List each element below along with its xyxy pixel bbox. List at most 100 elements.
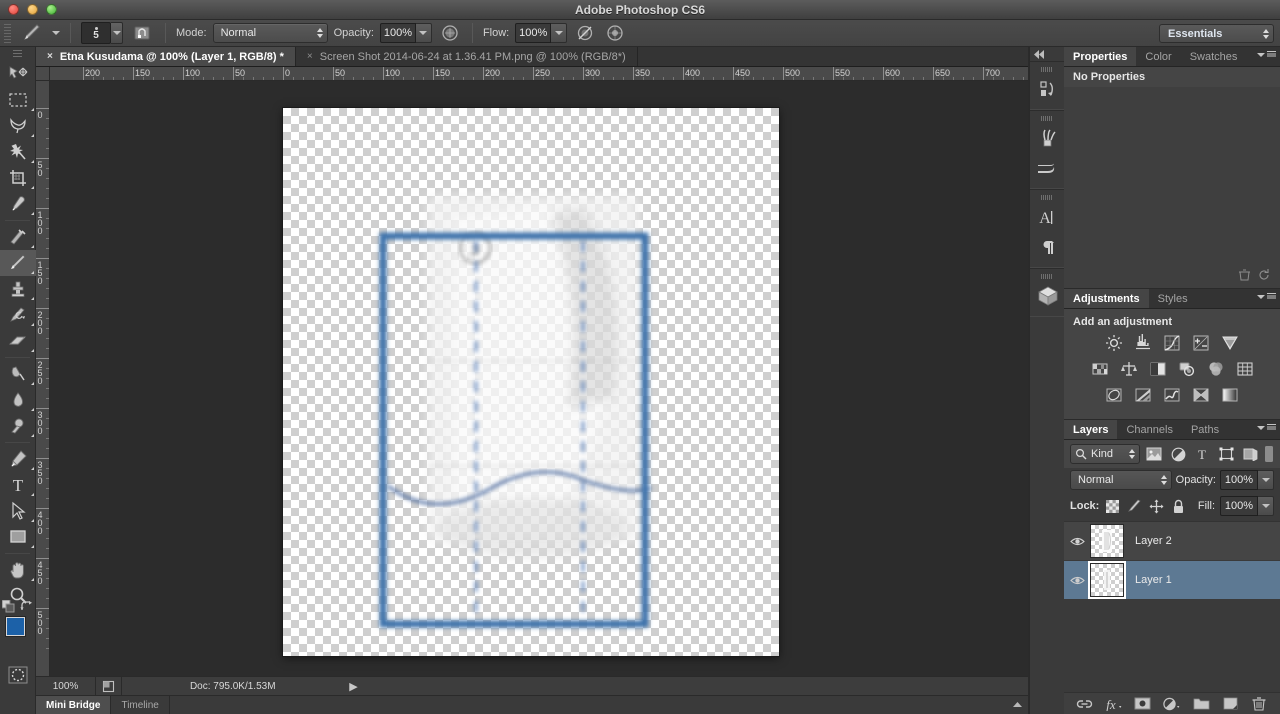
black-white-icon[interactable] (1147, 359, 1169, 379)
layer-thumbnail[interactable] (1090, 524, 1124, 558)
document-tab-inactive[interactable]: × Screen Shot 2014-06-24 at 1.36.41 PM.p… (295, 47, 638, 66)
artboard[interactable]: 3 (283, 108, 779, 656)
layer-visibility-eye-icon[interactable] (1064, 575, 1090, 586)
layer-opacity-value[interactable]: 100% (1220, 470, 1258, 490)
canvas-scroll-area[interactable]: 3 (50, 81, 1028, 676)
layer-blend-mode-select[interactable]: Normal (1070, 470, 1172, 490)
character-panel-icon[interactable]: A (1030, 202, 1065, 232)
selective-color-icon[interactable] (1190, 385, 1212, 405)
tablet-pressure-opacity-icon[interactable] (573, 22, 597, 44)
brush-presets-icon[interactable] (1030, 153, 1065, 183)
tablet-pressure-size-icon[interactable] (129, 23, 155, 44)
link-layers-icon[interactable] (1075, 694, 1095, 714)
threshold-icon[interactable] (1161, 385, 1183, 405)
gradient-map-icon[interactable] (1219, 385, 1241, 405)
ruler-origin-corner[interactable] (36, 67, 50, 81)
layer-name[interactable]: Layer 1 (1124, 574, 1172, 586)
lock-all-icon[interactable] (1170, 498, 1187, 515)
tab-swatches[interactable]: Swatches (1181, 47, 1247, 66)
bottom-panel-expand-icon[interactable] (1007, 696, 1028, 714)
posterize-icon[interactable] (1132, 385, 1154, 405)
history-brush-tool[interactable] (0, 302, 36, 328)
delete-layer-icon[interactable] (1249, 694, 1269, 714)
blur-tool[interactable] (0, 387, 36, 413)
channel-mixer-icon[interactable] (1205, 359, 1227, 379)
clone-stamp-tool[interactable] (0, 276, 36, 302)
fill-value[interactable]: 100% (1220, 496, 1258, 516)
lock-transparent-pixels-icon[interactable] (1104, 498, 1121, 515)
invert-icon[interactable] (1103, 385, 1125, 405)
rail-grip[interactable] (1030, 64, 1064, 74)
layer-visibility-eye-icon[interactable] (1064, 536, 1090, 547)
flow-slider-button[interactable] (551, 23, 568, 43)
layer-style-fx-icon[interactable]: fx (1104, 694, 1124, 714)
airbrush-flow-icon[interactable] (603, 22, 627, 44)
crop-tool[interactable] (0, 165, 36, 191)
layer-thumbnail[interactable] (1088, 561, 1126, 599)
layer-filter-kind-select[interactable]: Kind (1070, 444, 1140, 464)
lasso-tool[interactable] (0, 113, 36, 139)
brush-preset-caret-icon[interactable] (52, 31, 60, 35)
rail-grip[interactable] (1030, 271, 1064, 281)
zoom-level-field[interactable]: 100% (36, 676, 96, 696)
fill-slider-button[interactable] (1258, 496, 1274, 516)
tab-properties[interactable]: Properties (1064, 47, 1137, 66)
flow-value[interactable]: 100% (515, 23, 552, 43)
eyedropper-tool[interactable] (0, 191, 36, 217)
color-lookup-icon[interactable] (1234, 359, 1256, 379)
dodge-tool[interactable] (0, 413, 36, 439)
tab-layers[interactable]: Layers (1064, 420, 1118, 439)
new-group-icon[interactable] (1191, 694, 1211, 714)
new-layer-icon[interactable] (1220, 694, 1240, 714)
tab-adjustments[interactable]: Adjustments (1064, 289, 1149, 308)
options-bar-grip[interactable] (4, 23, 11, 43)
3d-panel-icon[interactable] (1030, 281, 1065, 311)
rail-grip[interactable] (1030, 113, 1064, 123)
pen-tool[interactable] (0, 446, 36, 472)
brightness-contrast-icon[interactable] (1103, 333, 1125, 353)
paragraph-panel-icon[interactable] (1030, 232, 1065, 262)
path-selection-tool[interactable] (0, 498, 36, 524)
adjustment-layer-filter-icon[interactable] (1168, 444, 1188, 464)
brush-tool[interactable] (0, 250, 36, 276)
add-layer-mask-icon[interactable] (1133, 694, 1153, 714)
hand-tool[interactable] (0, 557, 36, 583)
brush-preset-picker-button[interactable] (111, 22, 123, 44)
vibrance-icon[interactable] (1219, 333, 1241, 353)
lock-position-icon[interactable] (1148, 498, 1165, 515)
history-actions-icon[interactable] (1030, 74, 1065, 104)
adjustments-panel-menu-icon[interactable] (1257, 293, 1276, 300)
properties-delete-icon[interactable] (1239, 269, 1250, 284)
brush-size-field[interactable]: 5 (81, 22, 111, 44)
brush-tool-icon[interactable] (20, 23, 46, 44)
brush-panel-icon[interactable] (1030, 123, 1065, 153)
shape-layer-filter-icon[interactable] (1216, 444, 1236, 464)
foreground-color-swatch[interactable] (6, 617, 25, 636)
opacity-value[interactable]: 100% (379, 23, 416, 43)
rail-grip[interactable] (1030, 192, 1064, 202)
table-row[interactable]: Layer 1 (1064, 561, 1280, 600)
tools-panel-grip[interactable] (0, 47, 35, 61)
expand-panels-icon[interactable] (1030, 47, 1064, 61)
layer-name[interactable]: Layer 2 (1124, 535, 1172, 547)
rectangle-shape-tool[interactable] (0, 524, 36, 550)
tab-timeline[interactable]: Timeline (111, 696, 170, 714)
layer-opacity-slider-button[interactable] (1258, 470, 1274, 490)
photo-filter-icon[interactable] (1176, 359, 1198, 379)
default-colors-icon[interactable] (1, 599, 16, 616)
spot-healing-brush-tool[interactable] (0, 224, 36, 250)
tab-styles[interactable]: Styles (1149, 289, 1197, 308)
color-balance-icon[interactable] (1118, 359, 1140, 379)
tab-mini-bridge[interactable]: Mini Bridge (36, 696, 112, 714)
airbrush-icon[interactable] (438, 22, 462, 44)
tab-channels[interactable]: Channels (1117, 420, 1181, 439)
workspace-select[interactable]: Essentials (1159, 24, 1274, 43)
filter-toggle-icon[interactable] (1264, 444, 1274, 464)
move-tool[interactable] (0, 61, 36, 87)
type-tool[interactable]: T (0, 472, 36, 498)
levels-icon[interactable] (1132, 333, 1154, 353)
status-menu-arrow-icon[interactable]: ▶ (344, 680, 364, 693)
properties-panel-menu-icon[interactable] (1257, 51, 1276, 58)
hue-saturation-icon[interactable] (1089, 359, 1111, 379)
new-adjustment-layer-icon[interactable] (1162, 694, 1182, 714)
